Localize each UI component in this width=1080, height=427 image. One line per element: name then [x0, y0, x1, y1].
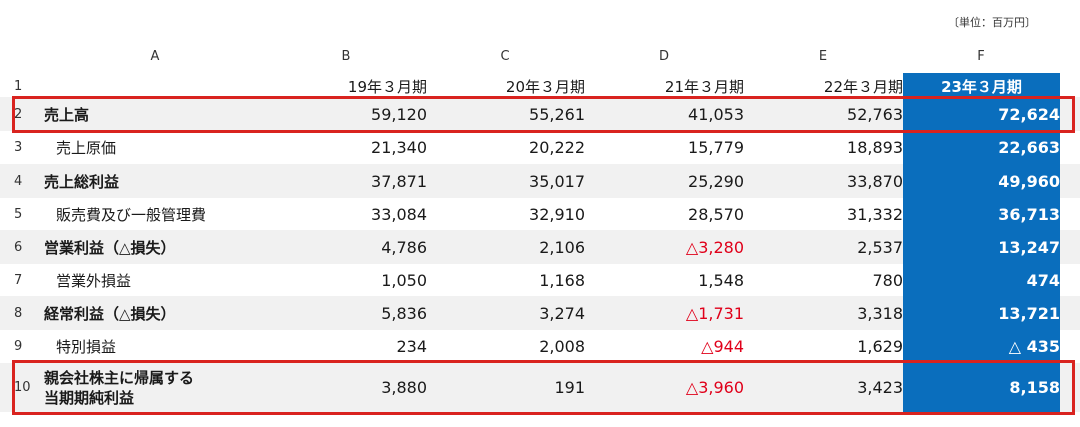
row-number: 4 [14, 173, 23, 189]
table-row: 9 特別損益 234 2,008 △944 1,629 △ 435 [0, 329, 1080, 363]
column-letter-a: A [150, 49, 160, 64]
cell-f: 13,247 [998, 237, 1060, 257]
cell-f: 13,721 [998, 303, 1060, 323]
table-row: 7 営業外損益 1,050 1,168 1,548 780 474 [0, 263, 1080, 297]
row-label: 特別損益 [56, 337, 117, 356]
cell-f: △ 435 [1008, 336, 1060, 356]
period-header-22: 22年３月期 [823, 78, 903, 96]
table-row: 8 経常利益（△損失） 5,836 3,274 △1,731 3,318 13,… [0, 296, 1080, 330]
table-row: 3 売上原価 21,340 20,222 15,779 18,893 22,66… [0, 130, 1080, 164]
cell-b: 234 [396, 336, 427, 356]
cell-c: 3,274 [539, 303, 585, 323]
cell-f: 36,713 [998, 204, 1060, 224]
row-label: 売上総利益 [44, 172, 120, 191]
cell-d: △1,731 [685, 303, 744, 323]
cell-e: 1,629 [857, 336, 903, 356]
row-label: 営業利益（△損失） [44, 238, 176, 257]
cell-d: △944 [701, 336, 744, 356]
cell-d: 1,548 [698, 270, 744, 290]
period-header-20: 20年３月期 [505, 78, 585, 96]
cell-f: 22,663 [998, 137, 1060, 157]
row-label: 営業外損益 [56, 271, 132, 290]
cell-e: 780 [872, 270, 903, 290]
cell-b: 4,786 [381, 237, 427, 257]
cell-e: 18,893 [847, 137, 903, 157]
cell-e: 33,870 [847, 171, 903, 191]
cell-f: 474 [1026, 270, 1060, 290]
row-number: 9 [14, 338, 23, 354]
row-label: 売上原価 [56, 138, 117, 157]
row-label: 経常利益（△損失） [44, 304, 176, 323]
cell-b: 37,871 [371, 171, 427, 191]
unit-note: 〔単位：百万円〕 [948, 16, 1036, 29]
cell-b: 33,084 [371, 204, 427, 224]
cell-c: 32,910 [529, 204, 585, 224]
cell-d: △3,280 [685, 237, 744, 257]
emphasis-box-revenue [12, 96, 1075, 133]
table-row: 5 販売費及び一般管理費 33,084 32,910 28,570 31,332… [0, 197, 1080, 231]
column-letter-f: F [977, 49, 985, 64]
emphasis-box-net-income [12, 360, 1075, 415]
cell-e: 31,332 [847, 204, 903, 224]
row-number: 8 [14, 305, 23, 321]
row-label: 販売費及び一般管理費 [56, 205, 207, 224]
cell-c: 1,168 [539, 270, 585, 290]
cell-c: 20,222 [529, 137, 585, 157]
cell-b: 1,050 [381, 270, 427, 290]
period-header-21: 21年３月期 [664, 78, 744, 96]
row-number: 3 [14, 139, 23, 155]
cell-e: 2,537 [857, 237, 903, 257]
column-letter-b: B [341, 49, 351, 64]
cell-f: 49,960 [998, 171, 1060, 191]
table-row: 6 営業利益（△損失） 4,786 2,106 △3,280 2,537 13,… [0, 230, 1080, 264]
cell-b: 5,836 [381, 303, 427, 323]
cell-b: 21,340 [371, 137, 427, 157]
row-number: 7 [14, 272, 23, 288]
column-letter-d: D [658, 49, 669, 64]
cell-c: 2,106 [539, 237, 585, 257]
cell-e: 3,318 [857, 303, 903, 323]
cell-c: 35,017 [529, 171, 585, 191]
row-number: 6 [14, 239, 23, 255]
cell-d: 28,570 [688, 204, 744, 224]
cell-d: 25,290 [688, 171, 744, 191]
period-header-23: 23年３月期 [941, 78, 1022, 96]
row-number: 1 [14, 78, 23, 94]
period-header-19: 19年３月期 [347, 78, 427, 96]
cell-d: 15,779 [688, 137, 744, 157]
cell-c: 2,008 [539, 336, 585, 356]
column-letter-c: C [500, 49, 510, 64]
table-row: 4 売上総利益 37,871 35,017 25,290 33,870 49,9… [0, 164, 1080, 198]
row-number: 5 [14, 206, 23, 222]
column-letter-e: E [818, 49, 828, 64]
